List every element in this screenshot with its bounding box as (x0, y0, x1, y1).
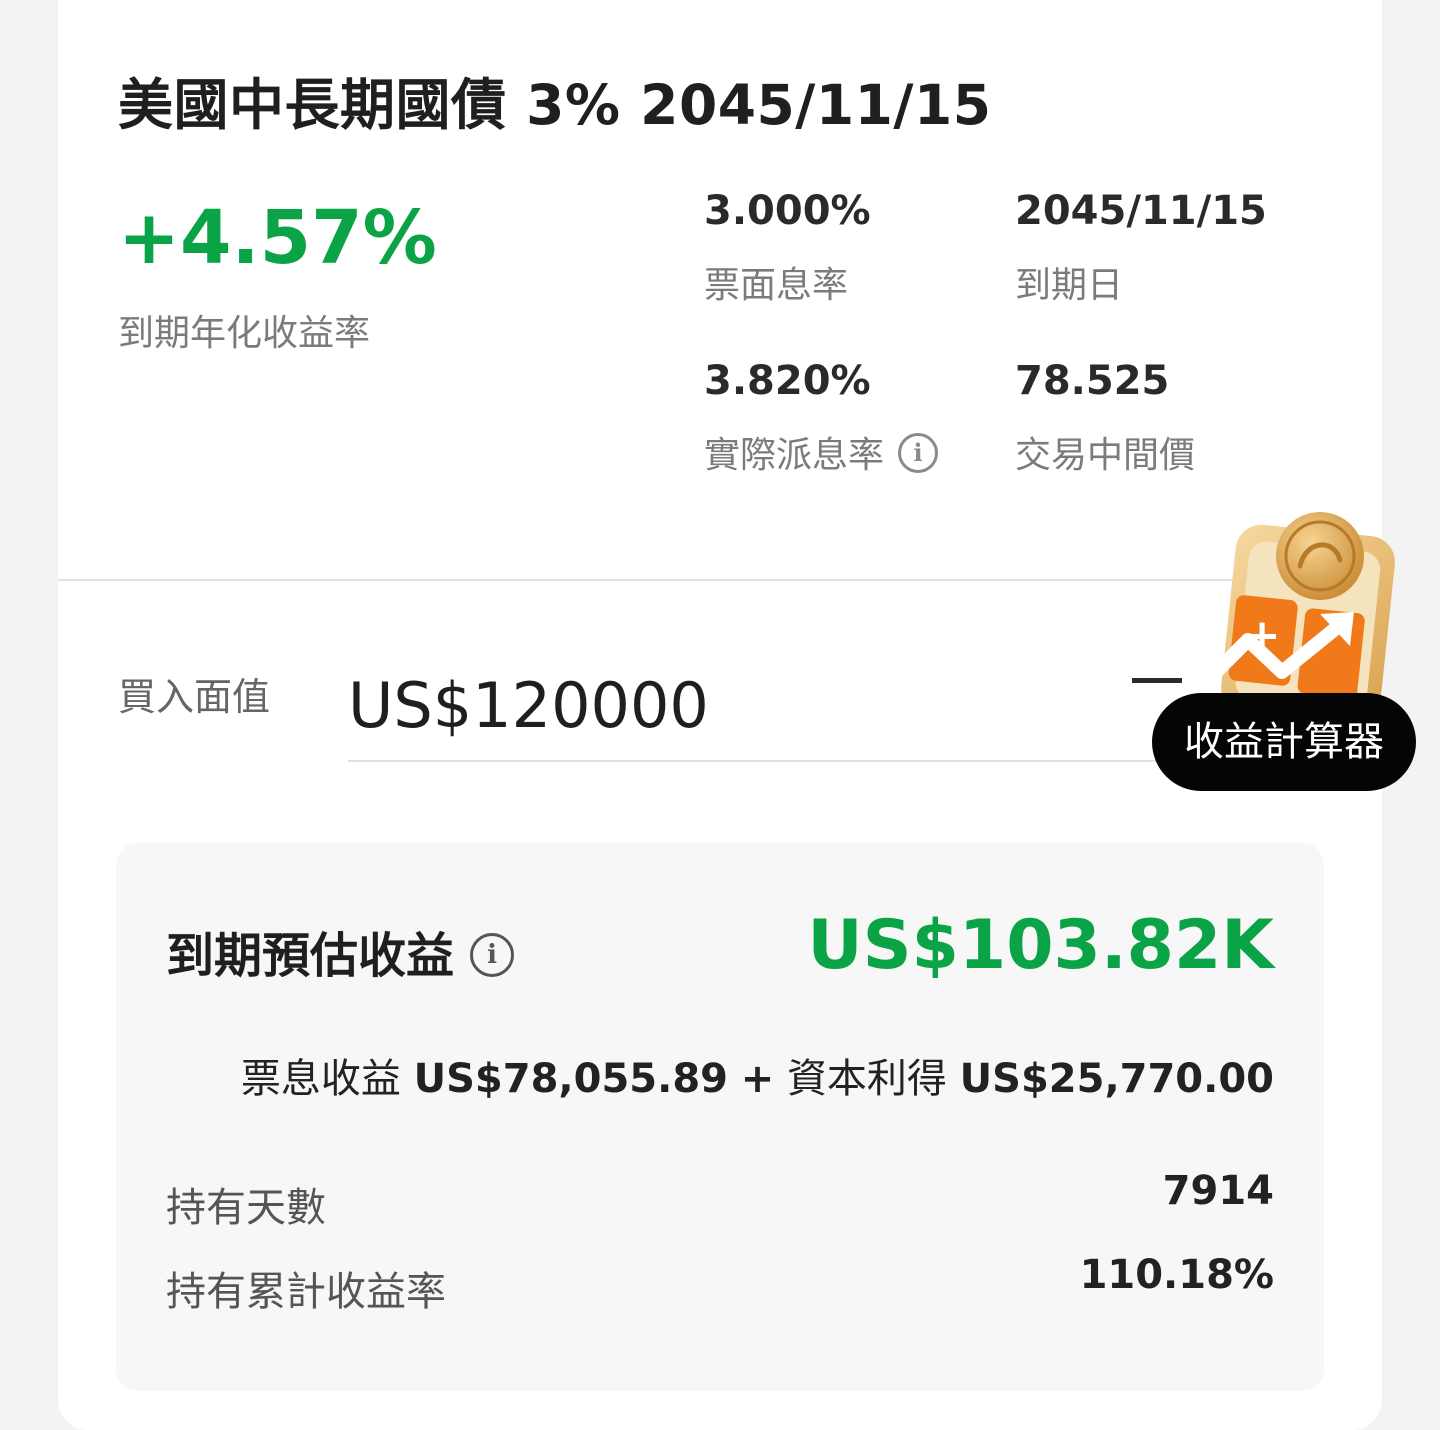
bond-title: 美國中長期國債 3% 2045/11/15 (118, 73, 992, 137)
coupon-income-label: 票息收益 (240, 1056, 401, 1102)
ytm-label: 到期年化收益率 (118, 313, 371, 354)
face-value-label: 買入面值 (118, 675, 271, 719)
estimate-breakdown: 票息收益 US$78,055.89 + 資本利得 US$25,770.00 (241, 1046, 1274, 1104)
calculator-coin-icon[interactable]: + (1170, 510, 1400, 710)
estimate-title: 到期預估收益 (166, 928, 455, 984)
info-icon[interactable]: i (470, 933, 515, 977)
mid-price-label: 交易中間價 (1015, 435, 1196, 476)
current-yield-label: 實際派息率 (704, 435, 885, 476)
ytm-value: +4.57% (118, 195, 437, 281)
mid-price-value: 78.525 (1015, 358, 1170, 404)
plus-sign: + (740, 1056, 775, 1102)
estimate-total: US$103.82K (807, 906, 1274, 985)
maturity-date-label: 到期日 (1015, 265, 1124, 306)
capital-gain-label: 資本利得 (786, 1056, 947, 1102)
cumulative-return-value: 110.18% (1079, 1252, 1274, 1298)
cumulative-return-label: 持有累計收益率 (166, 1269, 446, 1315)
maturity-date-value: 2045/11/15 (1015, 188, 1267, 234)
estimate-title-row: 到期預估收益 i (166, 916, 515, 986)
coupon-rate-value: 3.000% (704, 188, 871, 234)
coupon-rate-label: 票面息率 (704, 265, 849, 306)
capital-gain-value: US$25,770.00 (959, 1056, 1274, 1102)
info-icon[interactable]: i (898, 433, 939, 473)
holding-days-value: 7914 (1162, 1168, 1274, 1214)
current-yield-value: 3.820% (704, 358, 871, 404)
coupon-income-value: US$78,055.89 (413, 1056, 728, 1102)
face-value-input[interactable] (348, 650, 1178, 762)
holding-days-label: 持有天數 (166, 1185, 326, 1231)
current-yield-row: 實際派息率 i (704, 426, 939, 478)
yield-calculator-button[interactable]: 收益計算器 (1152, 693, 1416, 791)
